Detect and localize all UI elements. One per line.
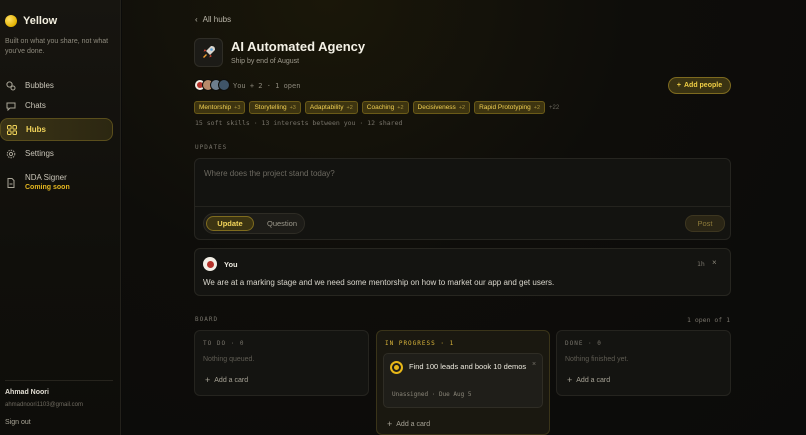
tag-label: Coaching bbox=[366, 104, 395, 111]
add-card-label: Add a card bbox=[214, 376, 249, 384]
add-people-button[interactable]: + Add people bbox=[668, 77, 731, 94]
hub-subtitle: Ship by end of August bbox=[231, 58, 300, 65]
close-icon[interactable]: × bbox=[712, 258, 717, 267]
plus-icon: + bbox=[676, 82, 681, 89]
sidebar-item-nda-signer[interactable]: NDA Signer Coming soon bbox=[0, 170, 113, 196]
coming-soon-badge: Coming soon bbox=[25, 184, 70, 191]
column-empty-text: Nothing finished yet. bbox=[565, 356, 629, 363]
skill-tags: Mentorship +3 Storytelling +3 Adaptability… bbox=[194, 101, 559, 114]
tag-count: +2 bbox=[533, 104, 541, 111]
member-avatars[interactable] bbox=[194, 79, 230, 91]
task-meta: Unassigned · Due Aug 5 bbox=[392, 391, 472, 398]
rocket-icon bbox=[202, 45, 216, 61]
board-column-todo: TO DO · 0 Nothing queued. + Add a card bbox=[194, 330, 369, 396]
update-post: You 1h × We are at a marking stage and w… bbox=[194, 248, 731, 296]
chat-icon bbox=[6, 101, 16, 111]
avatar bbox=[218, 79, 230, 91]
plus-icon: + bbox=[205, 375, 211, 385]
skill-tag[interactable]: Adaptability +2 bbox=[304, 101, 358, 114]
update-composer: Where does the project stand today? Upda… bbox=[194, 158, 731, 240]
sidebar-item-hubs[interactable]: Hubs bbox=[0, 118, 113, 141]
avatar bbox=[203, 257, 217, 271]
tag-count: +2 bbox=[397, 104, 404, 111]
add-people-label: Add people bbox=[683, 82, 723, 89]
column-title: IN PROGRESS · 1 bbox=[385, 340, 455, 347]
skill-tag[interactable]: Decisiveness +2 bbox=[412, 101, 471, 114]
board-section-label: BOARD bbox=[195, 316, 219, 323]
close-icon[interactable]: × bbox=[532, 361, 536, 368]
sidebar-item-settings[interactable]: Settings bbox=[0, 142, 113, 165]
skill-tag[interactable]: Storytelling +3 bbox=[249, 101, 301, 114]
add-card-button[interactable]: + Add a card bbox=[387, 419, 430, 429]
tag-label: Adaptability bbox=[309, 104, 344, 111]
post-time: 1h bbox=[697, 260, 705, 268]
main-content: ‹ All hubs AI Automated Agency Ship by e… bbox=[122, 0, 806, 435]
hub-title: AI Automated Agency bbox=[231, 39, 366, 54]
members-summary: You + 2 · 1 open bbox=[233, 82, 301, 90]
column-title: TO DO · 0 bbox=[203, 340, 245, 347]
plus-icon: + bbox=[567, 375, 573, 385]
tag-label: Mentorship bbox=[199, 104, 232, 111]
gear-icon bbox=[6, 149, 16, 159]
tag-count: +3 bbox=[289, 104, 296, 111]
sidebar-divider bbox=[5, 380, 113, 381]
hub-avatar bbox=[194, 38, 223, 67]
column-title: DONE · 0 bbox=[565, 340, 602, 347]
board-column-in-progress: IN PROGRESS · 1 Find 100 leads and book … bbox=[376, 330, 550, 435]
task-card[interactable]: Find 100 leads and book 10 demos × Unass… bbox=[383, 353, 543, 408]
back-link[interactable]: ‹ All hubs bbox=[195, 15, 231, 24]
tag-label: Rapid Prototyping bbox=[479, 104, 531, 111]
update-mode-button[interactable]: Update bbox=[206, 216, 254, 231]
user-name: Ahmad Noori bbox=[5, 389, 49, 396]
sign-out-link[interactable]: Sign out bbox=[5, 419, 31, 426]
task-title: Find 100 leads and book 10 demos bbox=[409, 362, 527, 371]
more-tags-count[interactable]: +22 bbox=[549, 105, 559, 111]
post-button[interactable]: Post bbox=[685, 215, 725, 232]
skill-tag[interactable]: Mentorship +3 bbox=[194, 101, 246, 114]
add-card-label: Add a card bbox=[396, 420, 431, 428]
shared-stats: 15 soft skills · 13 interests between yo… bbox=[195, 119, 403, 127]
user-email: ahmadnoori1103@gmail.com bbox=[5, 402, 84, 408]
bubbles-icon bbox=[6, 80, 16, 91]
app-name: Yellow bbox=[23, 15, 58, 27]
column-empty-text: Nothing queued. bbox=[203, 356, 255, 363]
skill-tag[interactable]: Coaching +2 bbox=[361, 101, 409, 114]
update-input[interactable]: Where does the project stand today? bbox=[204, 169, 335, 178]
status-circle-icon[interactable] bbox=[390, 361, 403, 374]
post-author: You bbox=[224, 260, 238, 269]
composer-divider bbox=[195, 206, 730, 207]
yellow-logo-icon bbox=[5, 15, 17, 27]
brand[interactable]: Yellow bbox=[5, 15, 57, 27]
tag-label: Storytelling bbox=[254, 104, 287, 111]
plus-icon: + bbox=[387, 419, 393, 429]
tag-label: Decisiveness bbox=[417, 104, 456, 111]
sidebar-item-label: Hubs bbox=[26, 125, 46, 134]
document-icon bbox=[6, 178, 16, 188]
tag-count: +3 bbox=[234, 104, 241, 111]
board-count: 1 open of 1 bbox=[687, 316, 731, 324]
sidebar-item-label: Chats bbox=[25, 101, 46, 110]
chevron-left-icon: ‹ bbox=[195, 15, 198, 24]
grid-icon bbox=[7, 124, 17, 135]
add-card-label: Add a card bbox=[576, 376, 611, 384]
back-link-label: All hubs bbox=[202, 15, 232, 24]
tag-count: +2 bbox=[346, 104, 353, 111]
tag-count: +2 bbox=[458, 104, 466, 111]
board-column-done: DONE · 0 Nothing finished yet. + Add a c… bbox=[556, 330, 731, 396]
skill-tag[interactable]: Rapid Prototyping +2 bbox=[474, 101, 546, 114]
sidebar-item-label: Bubbles bbox=[25, 81, 54, 90]
question-mode-button[interactable]: Question bbox=[260, 216, 304, 231]
sidebar-item-label: NDA Signer bbox=[25, 173, 67, 182]
sidebar: Yellow Built on what you share, not what… bbox=[0, 0, 121, 435]
sidebar-item-label: Settings bbox=[25, 149, 54, 158]
add-card-button[interactable]: + Add a card bbox=[567, 375, 610, 385]
sidebar-item-chats[interactable]: Chats bbox=[0, 94, 113, 117]
post-body: We are at a marking stage and we need so… bbox=[203, 278, 555, 287]
post-type-toggle: Update Question bbox=[203, 213, 305, 234]
updates-section-label: UPDATES bbox=[195, 144, 228, 151]
app-tagline: Built on what you share, not what you've… bbox=[5, 38, 109, 55]
add-card-button[interactable]: + Add a card bbox=[205, 375, 248, 385]
